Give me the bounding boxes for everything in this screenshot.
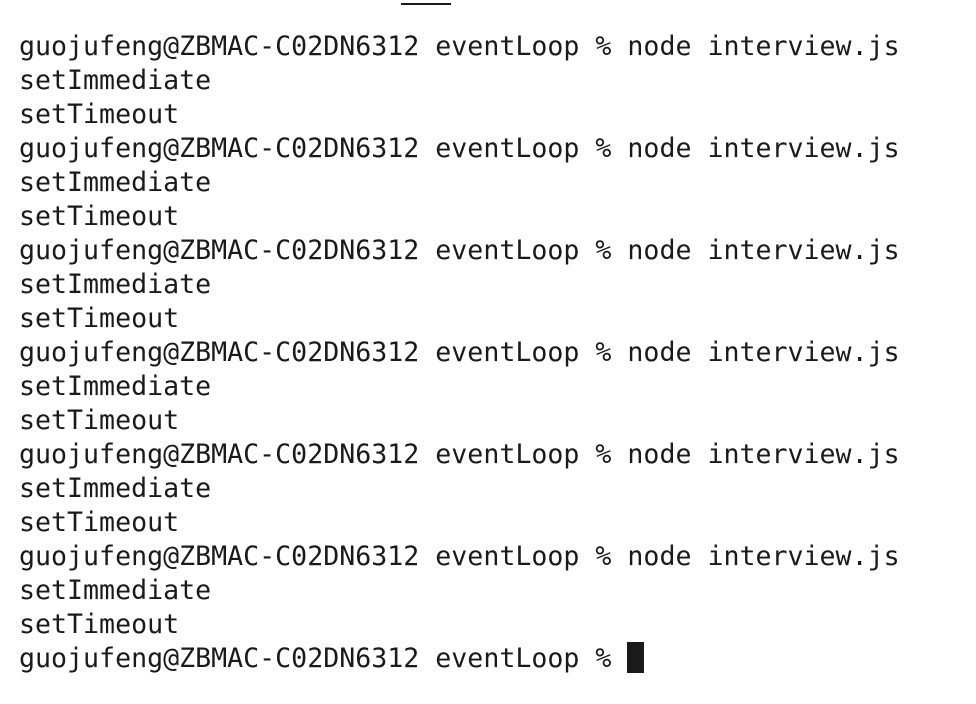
shell-command: node interview.js [627, 133, 900, 164]
terminal-command-line: guojufeng@ZBMAC-C02DN6312 eventLoop % no… [19, 132, 969, 166]
shell-prompt: guojufeng@ZBMAC-C02DN6312 eventLoop % [19, 133, 628, 164]
terminal-output-line: setTimeout [19, 507, 180, 538]
terminal-output-line: setImmediate [19, 371, 212, 402]
window-edge-marker [401, 0, 451, 5]
terminal-output-line: setImmediate [19, 473, 212, 504]
terminal-command-line: guojufeng@ZBMAC-C02DN6312 eventLoop % no… [19, 336, 969, 370]
terminal-output-line: setTimeout [19, 609, 180, 640]
shell-prompt: guojufeng@ZBMAC-C02DN6312 eventLoop % [19, 235, 628, 266]
terminal-command-line: guojufeng@ZBMAC-C02DN6312 eventLoop % no… [19, 234, 969, 268]
shell-command: node interview.js [627, 439, 900, 470]
terminal-output[interactable]: guojufeng@ZBMAC-C02DN6312 eventLoop % no… [19, 30, 969, 676]
terminal-command-line: guojufeng@ZBMAC-C02DN6312 eventLoop % no… [19, 438, 969, 472]
terminal-command-line: guojufeng@ZBMAC-C02DN6312 eventLoop % no… [19, 540, 969, 574]
terminal-output-line: setImmediate [19, 65, 212, 96]
terminal-output-line: setTimeout [19, 405, 180, 436]
terminal-output-line: setImmediate [19, 269, 212, 300]
shell-prompt: guojufeng@ZBMAC-C02DN6312 eventLoop % [19, 541, 628, 572]
shell-prompt: guojufeng@ZBMAC-C02DN6312 eventLoop % [19, 31, 628, 62]
shell-command: node interview.js [627, 235, 900, 266]
terminal-command-line: guojufeng@ZBMAC-C02DN6312 eventLoop % no… [19, 30, 969, 64]
shell-command: node interview.js [627, 541, 900, 572]
shell-prompt: guojufeng@ZBMAC-C02DN6312 eventLoop % [19, 643, 628, 674]
terminal-output-line: setImmediate [19, 167, 212, 198]
shell-prompt: guojufeng@ZBMAC-C02DN6312 eventLoop % [19, 439, 628, 470]
shell-prompt: guojufeng@ZBMAC-C02DN6312 eventLoop % [19, 337, 628, 368]
shell-command: node interview.js [627, 337, 900, 368]
terminal-output-line: setTimeout [19, 201, 180, 232]
text-cursor [627, 642, 645, 673]
terminal-output-line: setImmediate [19, 575, 212, 606]
terminal-output-line: setTimeout [19, 99, 180, 130]
shell-command: node interview.js [627, 31, 900, 62]
terminal-input-line[interactable]: guojufeng@ZBMAC-C02DN6312 eventLoop % [19, 642, 969, 676]
terminal-output-line: setTimeout [19, 303, 180, 334]
